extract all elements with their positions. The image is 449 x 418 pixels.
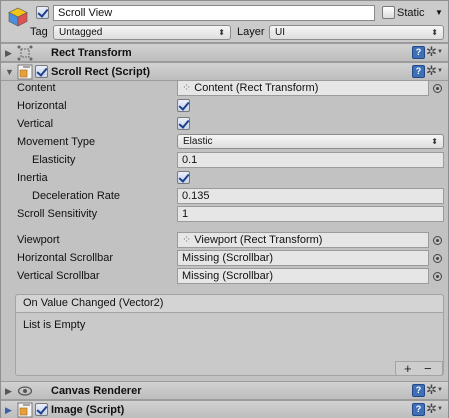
gameobject-header: Scroll View Static ▼ Tag Untagged ⬍ Laye… [1, 1, 448, 43]
layer-label: Layer [237, 26, 265, 38]
inertia-label: Inertia [17, 172, 48, 184]
content-value: Content (Rect Transform) [194, 82, 319, 94]
gear-icon[interactable]: ✲▼ [426, 64, 443, 78]
event-footer: + − [395, 361, 443, 376]
layer-dropdown[interactable]: UI ⬍ [269, 25, 444, 40]
dropdown-arrows-icon: ⬍ [431, 28, 438, 37]
scroll-rect-title: Scroll Rect (Script) [51, 66, 151, 78]
content-object-field[interactable]: ⁘ Content (Rect Transform) [177, 80, 429, 96]
static-dropdown-arrow-icon[interactable]: ▼ [435, 6, 443, 20]
gameobject-active-checkbox[interactable] [36, 6, 49, 19]
canvas-renderer-icon [17, 386, 33, 396]
foldout-expanded-icon[interactable]: ▼ [5, 66, 14, 78]
remove-event-button[interactable]: − [424, 362, 432, 375]
on-value-changed-event: On Value Changed (Vector2) List is Empty… [15, 294, 444, 376]
vertical-scrollbar-label: Vertical Scrollbar [17, 270, 100, 282]
dropdown-arrows-icon: ⬍ [218, 28, 225, 37]
help-icon[interactable]: ? [412, 384, 425, 397]
image-header[interactable]: ▶ Image (Script) ? ✲▼ [1, 400, 448, 418]
scroll-sensitivity-label: Scroll Sensitivity [17, 208, 98, 220]
foldout-collapsed-icon[interactable]: ▶ [5, 385, 12, 397]
object-picker-icon[interactable] [433, 84, 442, 93]
inspector-panel: Scroll View Static ▼ Tag Untagged ⬍ Laye… [0, 0, 449, 418]
tag-dropdown[interactable]: Untagged ⬍ [53, 25, 231, 40]
gear-icon[interactable]: ✲▼ [426, 45, 443, 59]
add-event-button[interactable]: + [404, 362, 412, 375]
gameobject-name-field[interactable]: Scroll View [53, 5, 375, 21]
script-icon [17, 64, 33, 80]
object-picker-icon[interactable] [433, 254, 442, 263]
gear-icon[interactable]: ✲▼ [426, 402, 443, 416]
layer-value: UI [275, 27, 285, 38]
static-label: Static [397, 7, 425, 19]
movement-type-dropdown[interactable]: Elastic ⬍ [177, 134, 444, 149]
rect-transform-header[interactable]: ▶ Rect Transform ? ✲▼ [1, 43, 448, 62]
help-icon[interactable]: ? [412, 65, 425, 78]
deceleration-rate-field[interactable]: 0.135 [177, 188, 444, 204]
tag-value: Untagged [59, 27, 103, 38]
event-title: On Value Changed (Vector2) [16, 295, 443, 313]
viewport-value: Viewport (Rect Transform) [194, 234, 323, 246]
viewport-object-field[interactable]: ⁘ Viewport (Rect Transform) [177, 232, 429, 248]
rect-transform-small-icon: ⁘ [182, 82, 192, 94]
foldout-collapsed-icon[interactable]: ▶ [5, 47, 12, 59]
scroll-rect-enabled-checkbox[interactable] [35, 65, 48, 78]
scroll-rect-header[interactable]: ▼ Scroll Rect (Script) ? ✲▼ [1, 62, 448, 81]
scroll-sensitivity-field[interactable]: 1 [177, 206, 444, 222]
help-icon[interactable]: ? [412, 403, 425, 416]
image-enabled-checkbox[interactable] [35, 403, 48, 416]
image-title: Image (Script) [51, 404, 125, 416]
script-icon [17, 402, 33, 418]
movement-type-value: Elastic [183, 136, 213, 147]
vertical-label: Vertical [17, 118, 54, 130]
horizontal-scrollbar-label: Horizontal Scrollbar [17, 252, 113, 264]
horizontal-label: Horizontal [17, 100, 67, 112]
rect-transform-icon [17, 45, 33, 61]
rect-transform-small-icon: ⁘ [182, 234, 192, 246]
movement-type-label: Movement Type [17, 136, 96, 148]
canvas-renderer-header[interactable]: ▶ Canvas Renderer ? ✲▼ [1, 381, 448, 400]
horizontal-checkbox[interactable] [177, 99, 190, 112]
gear-icon[interactable]: ✲▼ [426, 383, 443, 397]
object-picker-icon[interactable] [433, 236, 442, 245]
rect-transform-title: Rect Transform [51, 47, 132, 59]
foldout-collapsed-icon[interactable]: ▶ [5, 404, 12, 416]
dropdown-arrows-icon: ⬍ [431, 137, 438, 146]
elasticity-label: Elasticity [32, 154, 76, 166]
content-label: Content [17, 82, 56, 94]
tag-label: Tag [30, 26, 48, 38]
vertical-checkbox[interactable] [177, 117, 190, 130]
inertia-checkbox[interactable] [177, 171, 190, 184]
event-empty-text: List is Empty [23, 319, 86, 331]
viewport-label: Viewport [17, 234, 60, 246]
gameobject-cube-icon [8, 7, 28, 27]
horizontal-scrollbar-field[interactable]: Missing (Scrollbar) [177, 250, 429, 266]
object-picker-icon[interactable] [433, 272, 442, 281]
help-icon[interactable]: ? [412, 46, 425, 59]
deceleration-rate-label: Deceleration Rate [32, 190, 121, 202]
vertical-scrollbar-field[interactable]: Missing (Scrollbar) [177, 268, 429, 284]
canvas-renderer-title: Canvas Renderer [51, 385, 142, 397]
elasticity-field[interactable]: 0.1 [177, 152, 444, 168]
static-checkbox[interactable] [382, 6, 395, 19]
